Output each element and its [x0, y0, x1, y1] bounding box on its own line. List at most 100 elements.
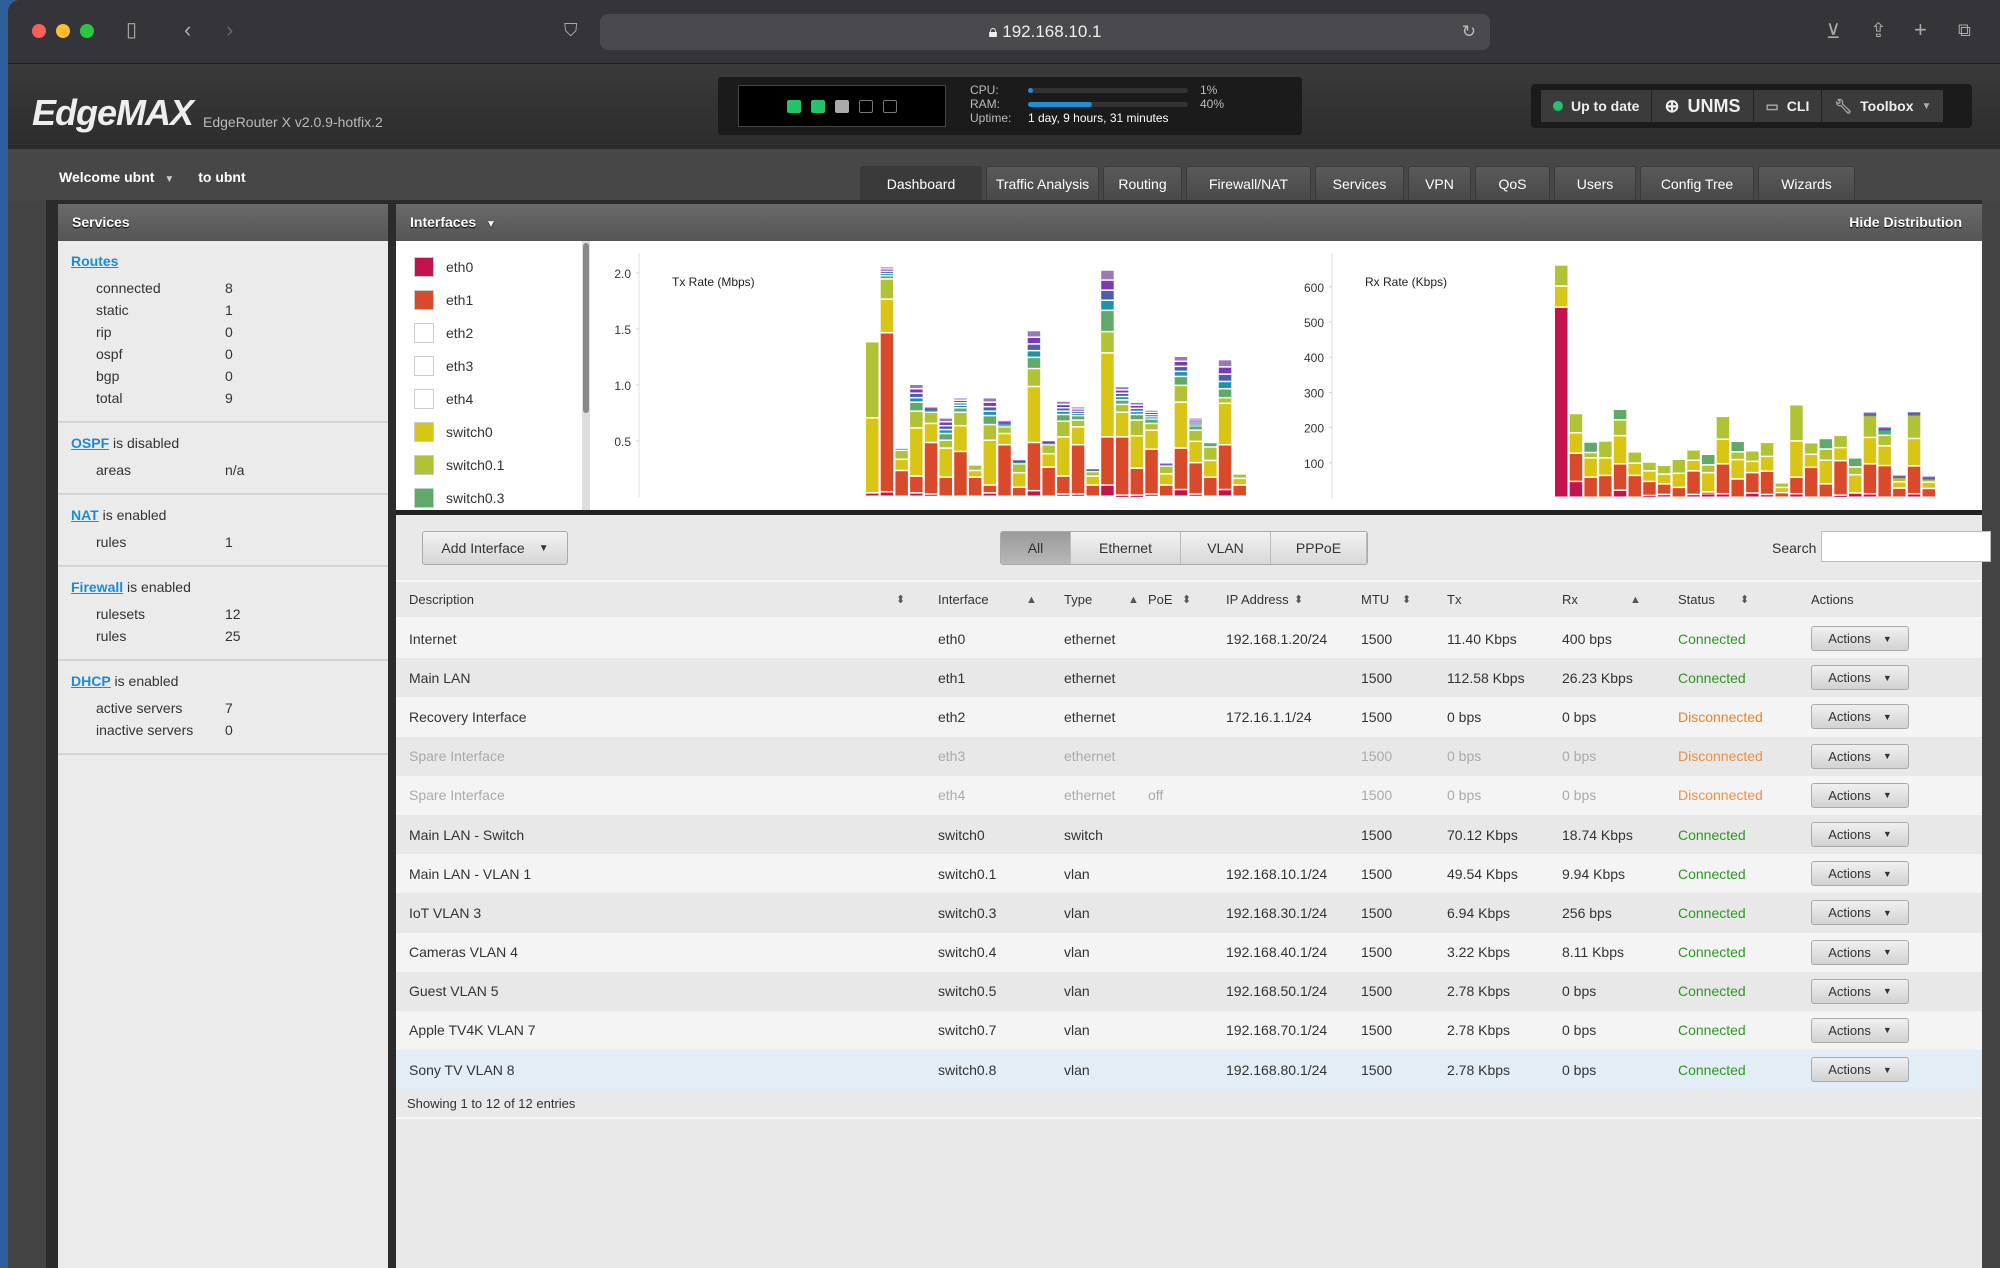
bar-segment-switch0.1 [1731, 452, 1744, 459]
table-row[interactable]: Sony TV VLAN 8 switch0.8 vlan 192.168.80.1/… [396, 1050, 1982, 1090]
column-header-ip-address[interactable]: IP Address [1226, 582, 1289, 617]
sort-icon[interactable]: ⬍ [1182, 582, 1191, 617]
forward-icon[interactable]: › [226, 17, 233, 43]
sidebar-toggle-icon[interactable]: ▯ [126, 17, 137, 42]
update-status-button[interactable]: Up to date [1541, 90, 1653, 122]
tab-users[interactable]: Users [1554, 166, 1636, 201]
add-interface-button[interactable]: Add Interface ▼ [422, 531, 568, 565]
table-row[interactable]: Guest VLAN 5 switch0.5 vlan 192.168.50.1/24… [396, 971, 1982, 1011]
actions-button[interactable]: Actions ▼ [1811, 626, 1909, 651]
cell-mtu: 1500 [1361, 904, 1393, 921]
table-row[interactable]: Main LAN - VLAN 1 switch0.1 vlan 192.168.10… [396, 854, 1982, 894]
table-row[interactable]: Spare Interface eth4 ethernet off 1500 0 bps 0… [396, 775, 1982, 815]
cell-type: vlan [1064, 904, 1090, 921]
tab-routing[interactable]: Routing [1103, 166, 1182, 201]
actions-button[interactable]: Actions ▼ [1811, 939, 1909, 965]
column-header-rx[interactable]: Rx [1562, 582, 1578, 617]
filter-pppoe[interactable]: PPPoE [1271, 532, 1367, 564]
actions-button[interactable]: Actions ▼ [1811, 704, 1909, 730]
bar-segment [1218, 374, 1232, 381]
address-bar[interactable]: 🔒︎ 192.168.10.1 ↻ [600, 14, 1490, 50]
filter-vlan[interactable]: VLAN [1181, 532, 1271, 564]
tab-vpn[interactable]: VPN [1408, 166, 1471, 201]
user-menu[interactable]: Welcome ubnt [59, 169, 154, 185]
table-row[interactable]: Main LAN - Switch switch0 switch 1500 70.12 … [396, 814, 1982, 855]
bar-segment [1115, 393, 1129, 396]
hide-distribution-link[interactable]: Hide Distribution [1849, 204, 1962, 241]
bar-segment-eth1 [1716, 464, 1730, 493]
table-row[interactable]: Spare Interface eth3 ethernet 1500 0 bps 0 bp… [396, 736, 1982, 776]
column-header-interface[interactable]: Interface [938, 582, 989, 617]
maximize-window-button[interactable] [80, 24, 94, 38]
actions-button[interactable]: Actions ▼ [1811, 900, 1909, 926]
column-header-mtu[interactable]: MTU [1361, 582, 1389, 617]
share-icon[interactable]: ⇪ [1870, 18, 1887, 43]
tab-firewall-nat[interactable]: Firewall/NAT [1186, 166, 1311, 201]
column-header-type[interactable]: Type [1064, 582, 1092, 617]
table-row[interactable]: Cameras VLAN 4 switch0.4 vlan 192.168.40.1/… [396, 932, 1982, 972]
tab-traffic-analysis[interactable]: Traffic Analysis [986, 166, 1099, 201]
toolbox-button[interactable]: 🔧︎ Toolbox ▼ [1822, 90, 1944, 122]
table-row[interactable]: IoT VLAN 3 switch0.3 vlan 192.168.30.1/24 15… [396, 893, 1982, 933]
table-row[interactable]: Recovery Interface eth2 ethernet 172.16.1.1… [396, 697, 1982, 737]
actions-button[interactable]: Actions ▼ [1811, 782, 1909, 808]
nat-link[interactable]: NAT [71, 507, 99, 523]
tab-overview-icon[interactable]: ⧉ [1958, 20, 1971, 41]
cell-status: Connected [1678, 865, 1746, 882]
unms-button[interactable]: ⊕ UNMS [1652, 90, 1754, 122]
column-header-status[interactable]: Status [1678, 582, 1715, 617]
column-header-tx[interactable]: Tx [1447, 582, 1461, 617]
cli-button[interactable]: ▭ CLI [1753, 90, 1823, 122]
tab-qos[interactable]: QoS [1475, 166, 1550, 201]
actions-button[interactable]: Actions ▼ [1811, 861, 1909, 887]
bar-segment-switch0.1 [1628, 452, 1641, 463]
ospf-link[interactable]: OSPF [71, 435, 109, 451]
services-title: Services [58, 204, 388, 241]
actions-button[interactable]: Actions ▼ [1811, 743, 1909, 769]
sort-icon[interactable]: ⬍ [896, 582, 905, 617]
bar-segment-switch0.1 [1071, 420, 1085, 427]
actions-button[interactable]: Actions ▼ [1811, 1017, 1909, 1043]
close-window-button[interactable] [32, 24, 46, 38]
sort-asc-icon[interactable]: ▲ [1026, 582, 1037, 617]
bar-segment-switch0 [910, 428, 923, 476]
bar-segment-switch0 [1834, 448, 1847, 460]
actions-button[interactable]: Actions ▼ [1811, 821, 1909, 847]
actions-button[interactable]: Actions ▼ [1811, 665, 1909, 691]
column-header-description[interactable]: Description [409, 582, 474, 617]
filter-all[interactable]: All [1001, 532, 1071, 564]
bar-segment [880, 271, 894, 273]
cell-tx: 49.54 Kbps [1447, 865, 1518, 882]
tab-config-tree[interactable]: Config Tree [1640, 166, 1754, 201]
table-row[interactable]: Main LAN eth1 ethernet 1500 112.58 Kbps 26.23… [396, 658, 1982, 698]
cell-mtu: 1500 [1361, 708, 1393, 725]
reload-icon[interactable]: ↻ [1462, 14, 1476, 50]
tab-dashboard[interactable]: Dashboard [860, 166, 982, 201]
sort-icon[interactable]: ⬍ [1402, 582, 1411, 617]
bar-segment [1863, 415, 1877, 417]
bar-segment-switch0.1 [998, 427, 1011, 433]
search-input[interactable] [1821, 531, 1991, 562]
routes-link[interactable]: Routes [71, 253, 118, 269]
filter-ethernet[interactable]: Ethernet [1071, 532, 1181, 564]
interfaces-menu[interactable]: Interfaces ▼ [410, 214, 496, 230]
dhcp-link[interactable]: DHCP [71, 673, 111, 689]
firewall-link[interactable]: Firewall [71, 579, 123, 595]
back-icon[interactable]: ‹ [184, 17, 191, 43]
tab-wizards[interactable]: Wizards [1758, 166, 1855, 201]
sort-icon[interactable]: ⬍ [1740, 582, 1749, 617]
table-row[interactable]: Apple TV4K VLAN 7 switch0.7 vlan 192.168.70… [396, 1010, 1982, 1051]
bar-segment-eth1 [1893, 488, 1906, 497]
new-tab-icon[interactable]: + [1914, 17, 1927, 43]
actions-button[interactable]: Actions ▼ [1811, 1057, 1909, 1083]
sort-asc-icon[interactable]: ▲ [1128, 582, 1139, 617]
tab-services[interactable]: Services [1315, 166, 1404, 201]
table-row[interactable]: Internet eth0 ethernet 192.168.1.20/24 1500 1… [396, 619, 1982, 659]
actions-button[interactable]: Actions ▼ [1811, 978, 1909, 1004]
minimize-window-button[interactable] [56, 24, 70, 38]
sort-asc-icon[interactable]: ▲ [1630, 582, 1641, 617]
shield-icon[interactable]: ⛉ [564, 20, 578, 41]
column-header-poe[interactable]: PoE [1148, 582, 1173, 617]
sort-icon[interactable]: ⬍ [1294, 582, 1303, 617]
download-icon[interactable]: ⊻ [1826, 19, 1841, 44]
